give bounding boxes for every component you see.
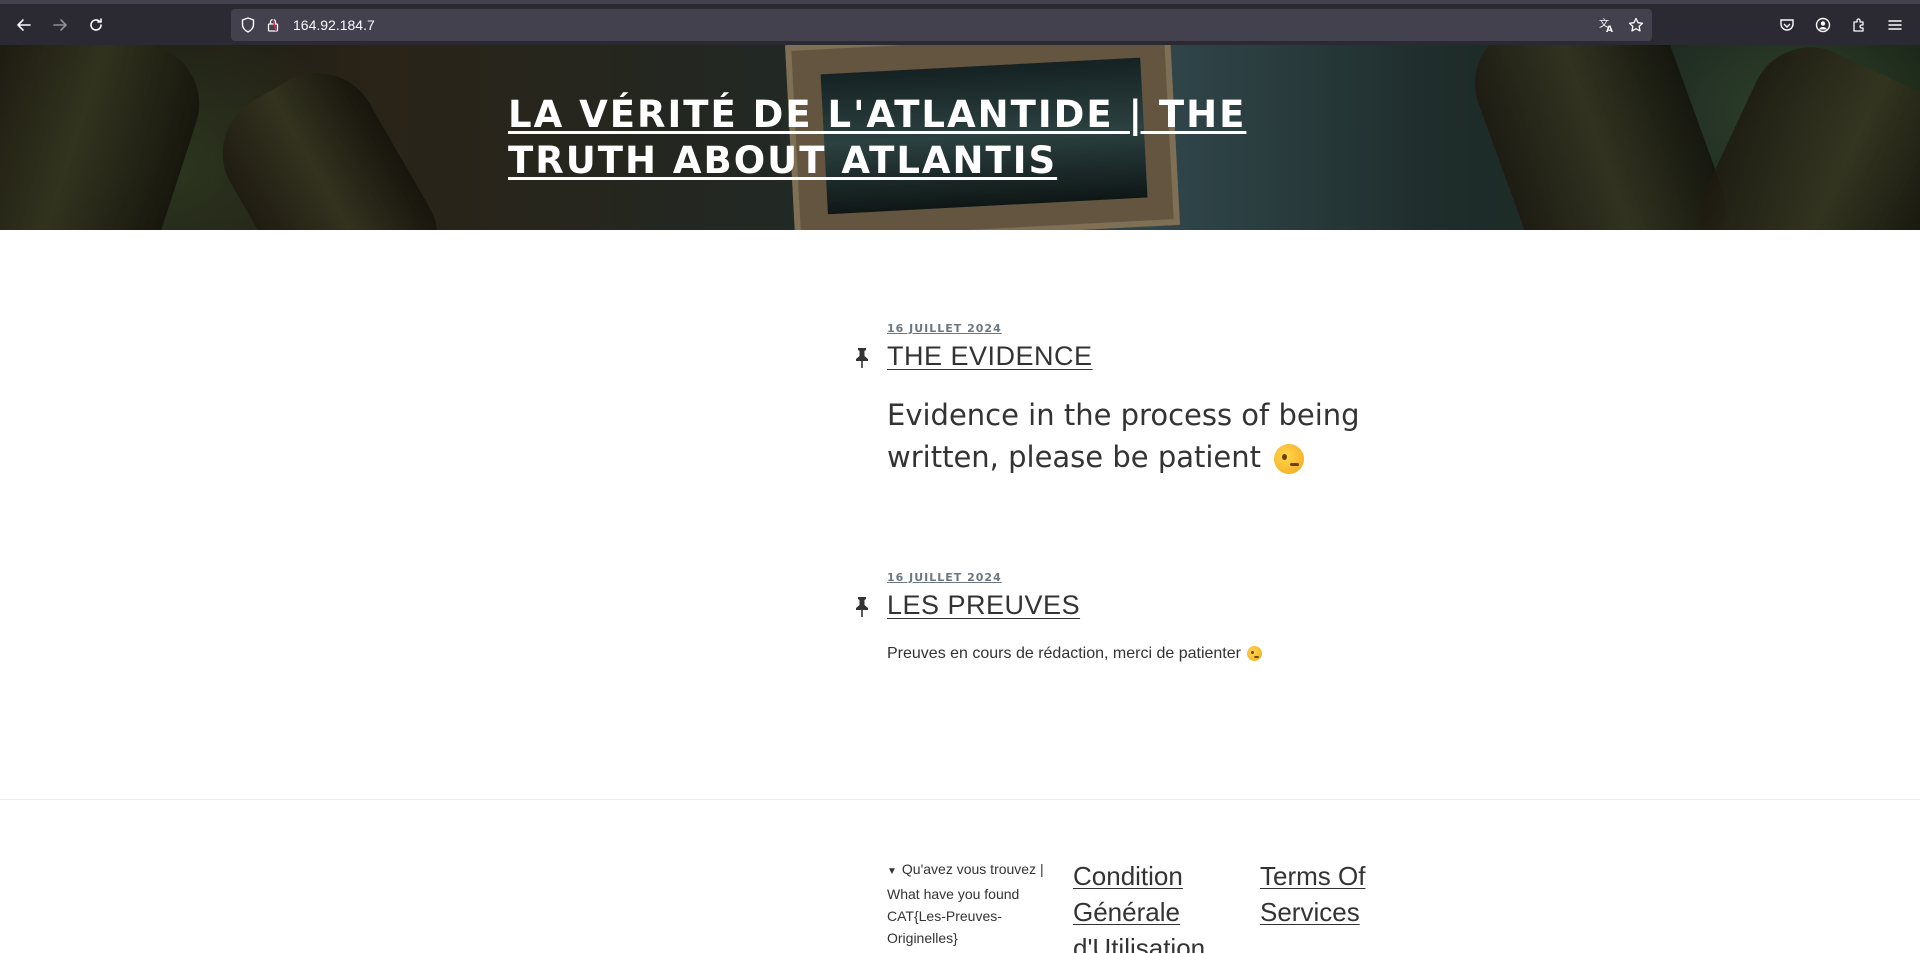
reload-icon[interactable]	[82, 11, 110, 39]
post-title-link[interactable]: The Evidence	[887, 341, 1093, 371]
browser-toolbar: 164.92.184.7 文A	[0, 5, 1920, 45]
shield-icon[interactable]	[237, 9, 259, 41]
post-article: 16 juillet 2024 The Evidence Evidence in…	[856, 319, 1407, 478]
post-excerpt: Evidence in the process of being written…	[887, 394, 1407, 478]
post-title-link[interactable]: Les Preuves	[887, 590, 1080, 620]
address-bar[interactable]: 164.92.184.7 文A	[231, 9, 1652, 41]
header-banner: La Vérité de l'Atlantide | The Truth Abo…	[0, 45, 1920, 230]
post-date-link[interactable]: 16 juillet 2024	[887, 571, 1002, 584]
extensions-icon[interactable]	[1845, 11, 1873, 39]
thumbtack-icon	[852, 595, 872, 619]
translate-icon[interactable]: 文A	[1595, 9, 1619, 41]
footer-divider	[0, 799, 1920, 800]
disclosure-triangle-icon[interactable]: ▼	[887, 866, 897, 877]
menu-icon[interactable]	[1881, 11, 1909, 39]
svg-text:A: A	[1606, 25, 1613, 33]
post-excerpt: Preuves en cours de rédaction, merci de …	[887, 645, 1407, 663]
details-summary-text[interactable]: Qu'avez vous trouvez | What have you fou…	[887, 861, 1044, 902]
found-details-widget[interactable]: ▼ Qu'avez vous trouvez | What have you fo…	[887, 858, 1052, 949]
post-date-link[interactable]: 16 juillet 2024	[887, 322, 1002, 335]
winking-face-icon	[1247, 646, 1263, 662]
site-title-link[interactable]: La Vérité de l'Atlantide | The Truth Abo…	[508, 92, 1408, 184]
lock-icon[interactable]	[263, 9, 283, 41]
winking-face-icon	[1274, 444, 1305, 474]
url-text[interactable]: 164.92.184.7	[293, 9, 375, 41]
details-content: CAT{Les-Preuves-Originelles}	[887, 908, 1002, 946]
thumbtack-icon	[852, 346, 872, 370]
pocket-icon[interactable]	[1773, 11, 1801, 39]
forward-icon[interactable]	[46, 11, 74, 39]
back-icon[interactable]	[10, 11, 38, 39]
terms-of-services-link[interactable]: Terms Of Services	[1260, 858, 1390, 930]
cgu-link[interactable]: Condition Générale d'Utilisation	[1073, 858, 1233, 953]
post-article: 16 juillet 2024 Les Preuves Preuves en c…	[856, 568, 1407, 663]
bookmark-star-icon[interactable]	[1624, 9, 1648, 41]
post-excerpt-text: Preuves en cours de rédaction, merci de …	[887, 645, 1241, 662]
details-summary[interactable]: ▼ Qu'avez vous trouvez | What have you fo…	[887, 858, 1052, 905]
account-icon[interactable]	[1809, 11, 1837, 39]
